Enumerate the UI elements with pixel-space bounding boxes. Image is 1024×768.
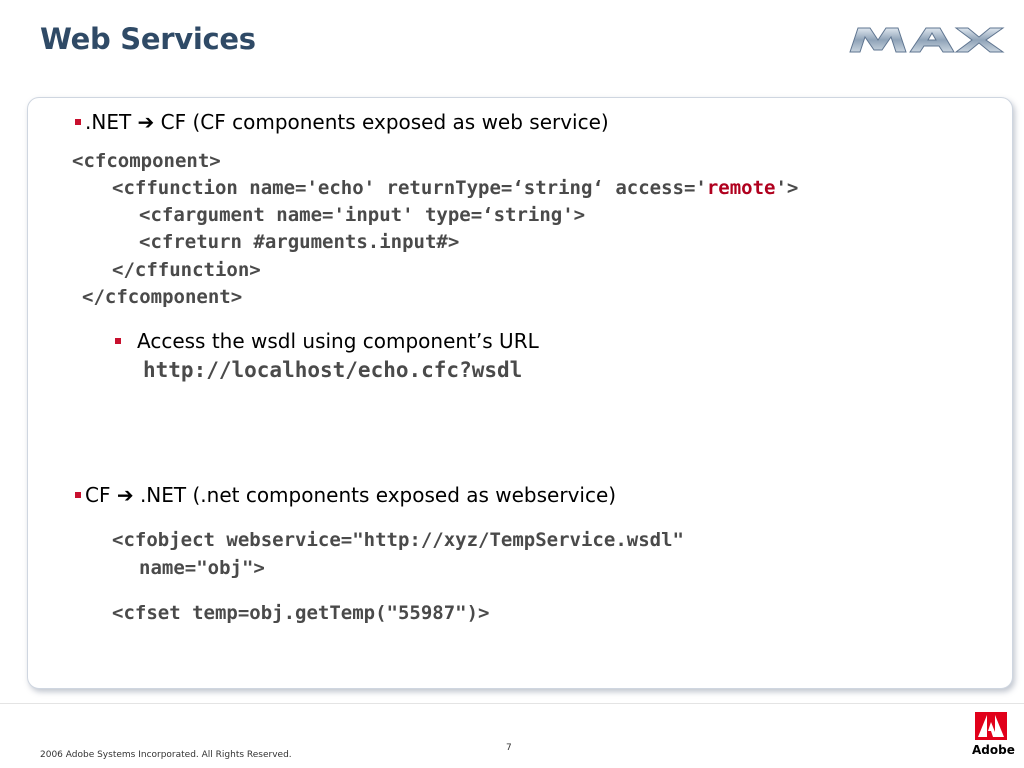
bullet-cf-to-net: CF ➔ .NET (.net components exposed as we… <box>75 483 616 507</box>
code-line: name="obj"> <box>139 557 265 579</box>
code-line: <cfreturn #arguments.input#> <box>139 231 460 253</box>
code-text: '> <box>775 177 799 199</box>
bullet-suffix: CF (CF components exposed as web service… <box>154 110 609 134</box>
footer-divider <box>0 703 1024 704</box>
code-line: <cfargument name='input' type=‘string'> <box>139 204 586 226</box>
wsdl-url: http://localhost/echo.cfc?wsdl <box>143 358 523 382</box>
bullet-prefix: .NET <box>85 110 138 134</box>
adobe-wordmark: Adobe <box>972 743 1015 757</box>
bullet-suffix: .NET (.net components exposed as webserv… <box>133 483 617 507</box>
code-highlight: remote <box>706 177 776 199</box>
code-line: </cfcomponent> <box>82 286 243 308</box>
copyright-text: 2006 Adobe Systems Incorporated. All Rig… <box>40 750 292 760</box>
bullet-net-to-cf: .NET ➔ CF (CF components exposed as web … <box>75 110 609 134</box>
sub-bullet-text: Access the wsdl using component’s URL <box>137 329 539 353</box>
page-number: 7 <box>506 743 512 753</box>
max-logo-icon <box>849 27 1005 53</box>
code-line: <cffunction name='echo' returnType=‘stri… <box>112 177 798 199</box>
bullet-square-icon <box>75 118 81 125</box>
code-line: <cfobject webservice="http://xyz/TempSer… <box>112 529 684 551</box>
sub-bullet-access-wsdl: Access the wsdl using component’s URL <box>115 329 539 353</box>
code-line: </cffunction> <box>112 259 261 281</box>
code-text: <cffunction name='echo' returnType=‘stri… <box>112 177 707 199</box>
code-line: <cfcomponent> <box>72 150 221 172</box>
adobe-logo-icon <box>975 712 1007 740</box>
bullet-square-icon <box>115 337 121 344</box>
code-line: <cfset temp=obj.getTemp("55987")> <box>112 602 490 624</box>
arrow-right-icon: ➔ <box>137 110 155 134</box>
slide-title: Web Services <box>40 22 256 56</box>
bullet-prefix: CF <box>85 483 117 507</box>
arrow-right-icon: ➔ <box>116 483 134 507</box>
bullet-square-icon <box>75 491 81 498</box>
